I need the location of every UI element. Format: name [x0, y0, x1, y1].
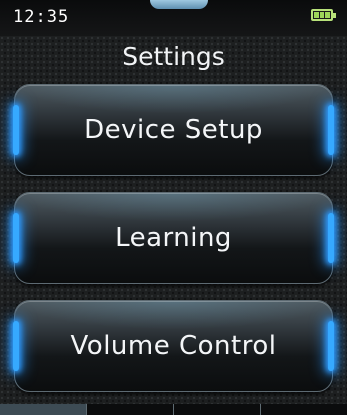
soft-key-4[interactable] [261, 404, 347, 415]
soft-key-3[interactable] [174, 404, 261, 415]
soft-key-2[interactable] [87, 404, 174, 415]
battery-bars [314, 12, 331, 18]
battery-bar [319, 12, 325, 18]
bottom-soft-key-bar [0, 404, 347, 415]
volume-control-label: Volume Control [70, 331, 277, 361]
right-glow-indicator [328, 105, 334, 155]
status-bar: 12:35 [0, 0, 347, 36]
device-setup-label: Device Setup [84, 115, 263, 145]
volume-control-button[interactable]: Volume Control [13, 300, 334, 392]
left-glow-indicator [13, 105, 19, 155]
left-glow-indicator [13, 321, 19, 371]
right-glow-indicator [328, 321, 334, 371]
screen: 12:35 Settings Device Setup Learning Vol… [0, 0, 347, 415]
right-glow-indicator [328, 213, 334, 263]
learning-button[interactable]: Learning [13, 192, 334, 284]
top-tab-indicator[interactable] [150, 0, 208, 9]
learning-label: Learning [115, 223, 232, 253]
battery-bar [314, 12, 319, 18]
page-title: Settings [122, 42, 225, 71]
clock: 12:35 [13, 7, 70, 27]
battery-bar [325, 12, 331, 18]
left-glow-indicator [13, 213, 19, 263]
battery-icon [311, 9, 336, 21]
device-setup-button[interactable]: Device Setup [13, 84, 334, 176]
soft-key-1[interactable] [0, 404, 87, 415]
